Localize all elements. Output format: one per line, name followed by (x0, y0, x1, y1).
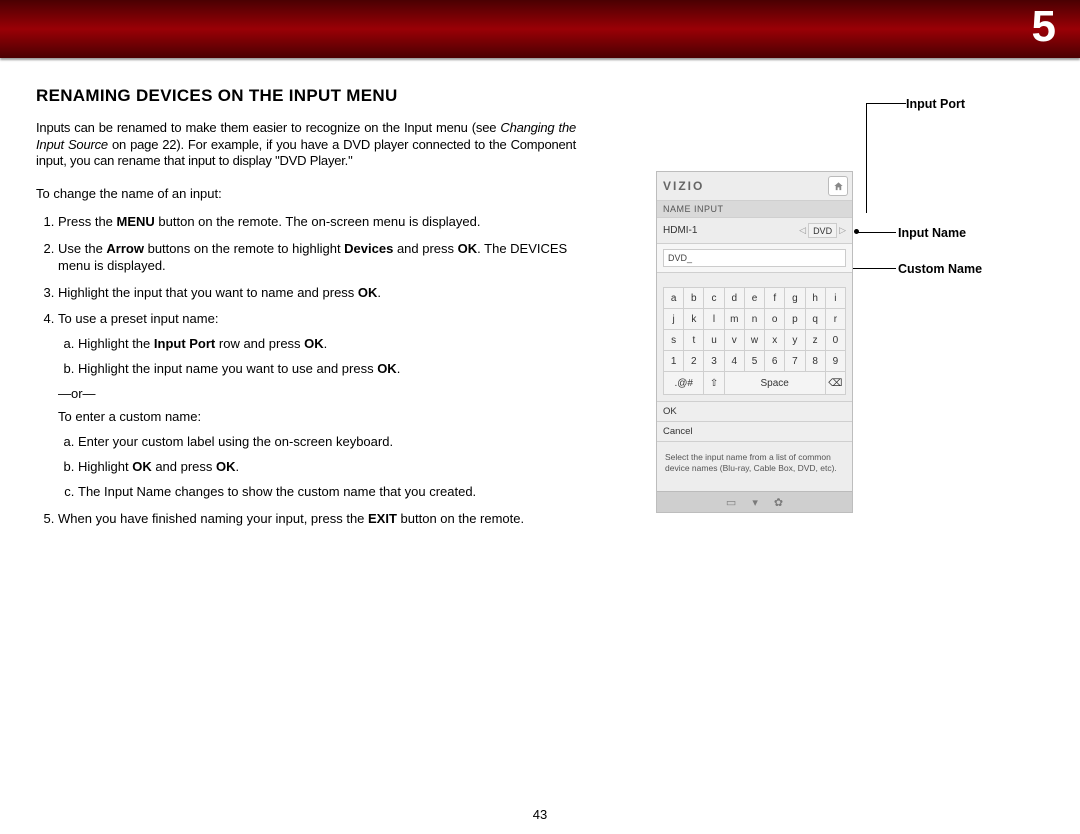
step-1: Press the MENU button on the remote. The… (58, 214, 576, 231)
triangle-right-icon[interactable]: ▷ (839, 225, 846, 236)
step-4c: Enter your custom label using the on-scr… (78, 434, 576, 451)
key-2[interactable]: 2 (684, 351, 704, 372)
lead-line: To change the name of an input: (36, 186, 576, 201)
key-6[interactable]: 6 (765, 351, 785, 372)
breadcrumb: NAME INPUT (657, 201, 852, 218)
key-8[interactable]: 8 (805, 351, 825, 372)
key-space[interactable]: Space (724, 372, 825, 395)
step-5: When you have finished naming your input… (58, 511, 576, 528)
step-4e: The Input Name changes to show the custo… (78, 484, 576, 501)
key-u[interactable]: u (704, 330, 724, 351)
step-4: To use a preset input name: Highlight th… (58, 311, 576, 500)
or-divider: —or— (58, 386, 576, 403)
key-h[interactable]: h (805, 288, 825, 309)
chapter-number: 5 (1032, 2, 1056, 52)
leader-line (866, 103, 906, 104)
custom-name-row[interactable]: DVD_ (657, 244, 852, 273)
step-4b: Highlight the input name you want to use… (78, 361, 576, 378)
key-4[interactable]: 4 (724, 351, 744, 372)
osd-footer: ▭ ▾ ✿ (657, 491, 852, 512)
triangle-left-icon[interactable]: ◁ (799, 225, 806, 236)
chevron-down-icon[interactable]: ▾ (752, 496, 758, 509)
input-name-value: DVD (808, 223, 837, 238)
key-0[interactable]: 0 (825, 330, 845, 351)
help-text: Select the input name from a list of com… (657, 442, 852, 491)
key-r[interactable]: r (825, 309, 845, 330)
gear-icon[interactable]: ✿ (774, 496, 783, 509)
key-backspace[interactable]: ⌫ (825, 372, 845, 395)
key-z[interactable]: z (805, 330, 825, 351)
page-number: 43 (0, 807, 1080, 822)
key-l[interactable]: l (704, 309, 724, 330)
key-j[interactable]: j (664, 309, 684, 330)
key-x[interactable]: x (765, 330, 785, 351)
leader-dot (854, 229, 859, 234)
key-7[interactable]: 7 (785, 351, 805, 372)
key-o[interactable]: o (765, 309, 785, 330)
key-shift[interactable]: ⇧ (704, 372, 724, 395)
step-2: Use the Arrow buttons on the remote to h… (58, 241, 576, 275)
left-column: RENAMING DEVICES ON THE INPUT MENU Input… (36, 86, 576, 537)
key-9[interactable]: 9 (825, 351, 845, 372)
key-i[interactable]: i (825, 288, 845, 309)
callout-custom-name: Custom Name (898, 263, 982, 276)
key-m[interactable]: m (724, 309, 744, 330)
custom-name-field[interactable]: DVD_ (663, 249, 846, 267)
callout-input-name: Input Name (898, 227, 966, 240)
section-heading: RENAMING DEVICES ON THE INPUT MENU (36, 86, 576, 106)
key-p[interactable]: p (785, 309, 805, 330)
osd-panel: VIZIO NAME INPUT HDMI-1 ◁ DVD ▷ DVD_ ab (656, 171, 853, 513)
cancel-button[interactable]: Cancel (657, 422, 852, 442)
key-w[interactable]: w (744, 330, 764, 351)
onscreen-keyboard[interactable]: abcdefghi jklmnopqr stuvwxyz0 123456789 … (663, 287, 846, 395)
key-3[interactable]: 3 (704, 351, 724, 372)
key-f[interactable]: f (765, 288, 785, 309)
key-k[interactable]: k (684, 309, 704, 330)
leader-line (866, 103, 867, 213)
key-v[interactable]: v (724, 330, 744, 351)
wide-icon[interactable]: ▭ (726, 496, 736, 509)
key-a[interactable]: a (664, 288, 684, 309)
key-t[interactable]: t (684, 330, 704, 351)
step-4d: Highlight OK and press OK. (78, 459, 576, 476)
brand-logo: VIZIO (663, 179, 704, 193)
input-port-row[interactable]: HDMI-1 ◁ DVD ▷ (657, 218, 852, 244)
key-s[interactable]: s (664, 330, 684, 351)
intro-paragraph: Inputs can be renamed to make them easie… (36, 120, 576, 170)
chapter-band: 5 (0, 0, 1080, 58)
custom-lead: To enter a custom name: (58, 409, 576, 426)
leader-line (858, 232, 896, 233)
key-symbols[interactable]: .@# (664, 372, 704, 395)
key-c[interactable]: c (704, 288, 724, 309)
callout-input-port: Input Port (906, 98, 965, 111)
key-5[interactable]: 5 (744, 351, 764, 372)
key-1[interactable]: 1 (664, 351, 684, 372)
key-g[interactable]: g (785, 288, 805, 309)
key-e[interactable]: e (744, 288, 764, 309)
key-q[interactable]: q (805, 309, 825, 330)
step-4a: Highlight the Input Port row and press O… (78, 336, 576, 353)
right-column: Input Port Input Name Custom Name VIZIO … (646, 86, 1044, 537)
key-y[interactable]: y (785, 330, 805, 351)
key-n[interactable]: n (744, 309, 764, 330)
key-b[interactable]: b (684, 288, 704, 309)
step-3: Highlight the input that you want to nam… (58, 285, 576, 302)
home-icon[interactable] (828, 176, 848, 196)
input-port-label: HDMI-1 (663, 225, 697, 236)
ok-button[interactable]: OK (657, 402, 852, 422)
key-d[interactable]: d (724, 288, 744, 309)
steps-list: Press the MENU button on the remote. The… (36, 214, 576, 528)
